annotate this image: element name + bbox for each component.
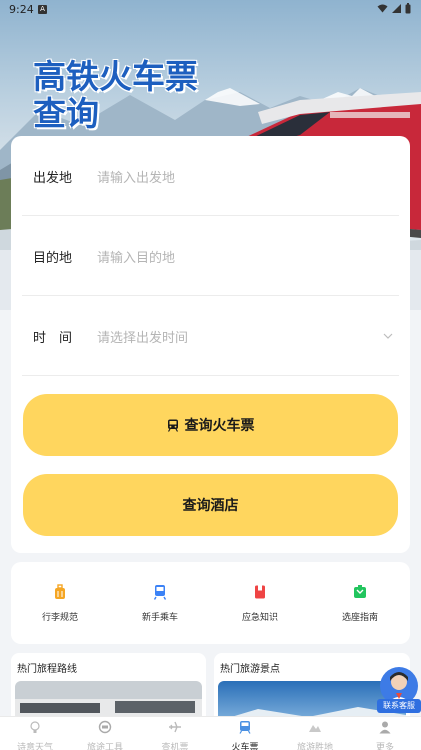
bulb-icon (30, 721, 40, 733)
search-train-label: 查询火车票 (184, 418, 255, 434)
hot-spots-title: 热门旅游景点 (220, 664, 280, 675)
quick-link-newbie[interactable]: 新手乘车 (115, 584, 205, 623)
mountain-icon (309, 725, 321, 732)
plane-icon (169, 721, 181, 733)
date-field[interactable]: 时 间 请选择出发时间 (22, 296, 399, 376)
tab-flights[interactable]: 查机票 (140, 720, 210, 750)
tab-tools[interactable]: 旅途工具 (70, 720, 140, 750)
date-input[interactable]: 请选择出发时间 (97, 327, 188, 346)
notification-badge: A (38, 5, 47, 14)
quick-link-label: 新手乘车 (141, 613, 178, 623)
customer-service-label: 联系客服 (377, 699, 421, 713)
wifi-icon (377, 4, 388, 13)
destination-input[interactable]: 请输入目的地 (97, 247, 175, 266)
destination-label: 目的地 (33, 251, 73, 266)
tab-label: 火车票 (231, 743, 259, 750)
status-bar: 9:24 A (0, 0, 421, 20)
hero-title-line2: 查询 (33, 94, 99, 133)
quick-link-luggage[interactable]: 行李规范 (15, 584, 105, 623)
quick-link-emergency[interactable]: 应急知识 (215, 584, 305, 623)
battery-icon (405, 3, 411, 14)
quick-link-seat[interactable]: 选座指南 (315, 584, 405, 623)
search-hotel-button[interactable]: 查询酒店 (23, 474, 398, 536)
search-form-card: 出发地 请输入出发地 目的地 请输入目的地 时 间 请选择出发时间 查询火车票 … (11, 136, 410, 553)
tab-train[interactable]: 火车票 (210, 720, 280, 750)
person-icon (379, 721, 391, 734)
tab-label: 诗意天气 (16, 743, 53, 750)
tab-destinations[interactable]: 旅游胜地 (280, 720, 350, 750)
search-train-button[interactable]: 查询火车票 (23, 394, 398, 456)
train-icon (239, 721, 251, 734)
hero-title-line1: 高铁火车票 (33, 57, 198, 96)
hero-title: 高铁火车票 查询 (33, 58, 198, 132)
book-icon (255, 585, 265, 599)
origin-input[interactable]: 请输入出发地 (97, 167, 175, 186)
train-icon (167, 419, 178, 432)
quick-link-label: 行李规范 (41, 613, 78, 623)
status-icons (377, 3, 411, 14)
seat-icon (354, 585, 366, 598)
tab-label: 更多 (375, 743, 394, 750)
search-hotel-label: 查询酒店 (182, 498, 239, 514)
tab-label: 旅游胜地 (296, 743, 333, 750)
quick-link-label: 选座指南 (341, 613, 378, 623)
quick-link-label: 应急知识 (241, 613, 278, 623)
bottom-tab-bar: 诗意天气 旅途工具 查机票 火车票 旅游胜地 更多 (0, 716, 421, 750)
tab-weather[interactable]: 诗意天气 (0, 720, 70, 750)
status-time: 9:24 (9, 3, 34, 16)
chevron-down-icon[interactable] (383, 328, 393, 342)
tab-label: 旅途工具 (86, 743, 123, 750)
train-icon (153, 585, 167, 600)
destination-field[interactable]: 目的地 请输入目的地 (22, 216, 399, 296)
app-screen: 高铁火车票 查询 9:24 A 出发地 请输入出发地 目的地 请输入目的地 时 … (0, 0, 421, 750)
origin-field[interactable]: 出发地 请输入出发地 (22, 136, 399, 216)
luggage-icon (55, 584, 65, 599)
hot-routes-title: 热门旅程路线 (17, 664, 77, 675)
date-label: 时 间 (33, 331, 73, 346)
tab-label: 查机票 (161, 743, 189, 750)
quick-links-card: 行李规范 新手乘车 应急知识 选座指南 (11, 562, 410, 644)
tools-icon (98, 720, 112, 734)
tab-more[interactable]: 更多 (350, 720, 420, 750)
origin-label: 出发地 (33, 171, 73, 186)
signal-icon (392, 4, 401, 13)
customer-service-button[interactable]: 联系客服 (377, 667, 421, 717)
